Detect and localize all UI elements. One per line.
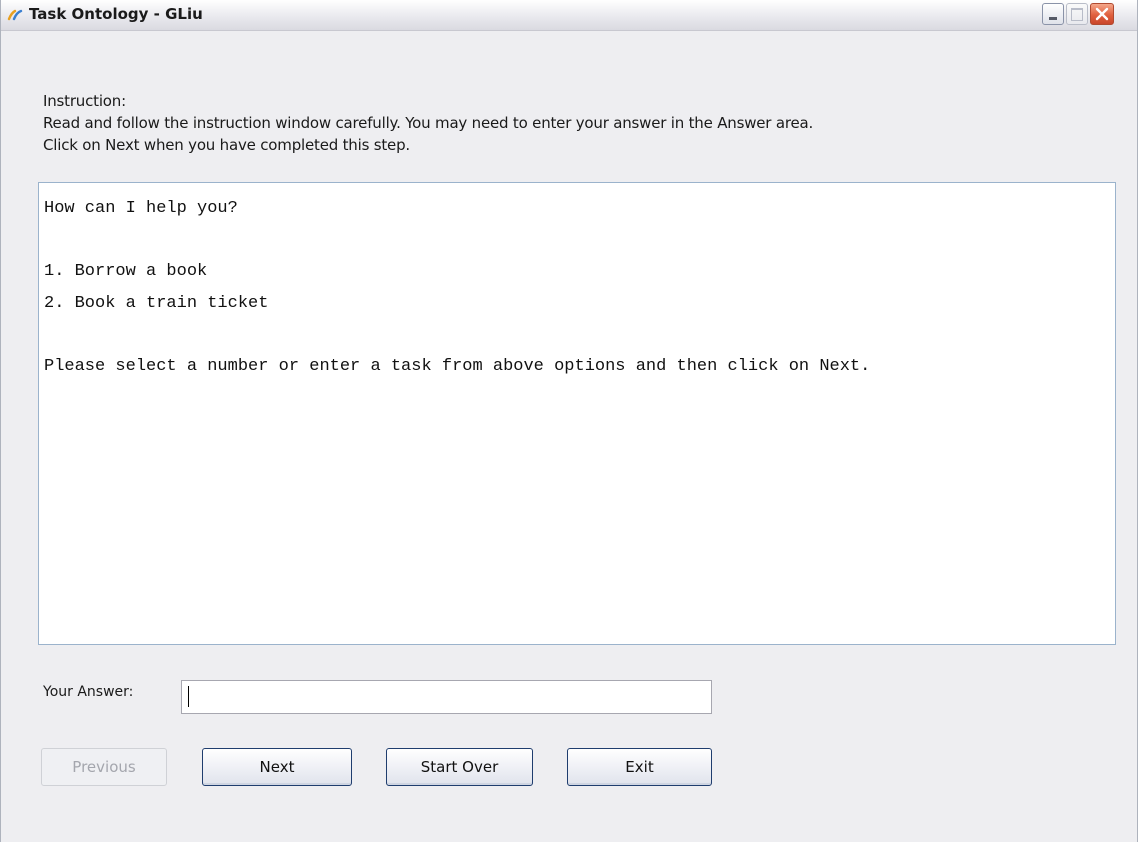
instruction-line: Click on Next when you have completed th… — [43, 136, 410, 154]
instruction-heading: Instruction: — [43, 92, 126, 110]
maximize-icon[interactable] — [1066, 3, 1088, 25]
start-over-button[interactable]: Start Over — [386, 748, 533, 786]
title-bar[interactable]: Task Ontology - GLiu — [1, 0, 1137, 31]
next-button[interactable]: Next — [202, 748, 352, 786]
text-caret — [188, 686, 189, 707]
close-icon[interactable] — [1090, 3, 1114, 25]
app-window: Task Ontology - GLiu Instruction: Read a… — [0, 0, 1138, 842]
previous-button[interactable]: Previous — [41, 748, 167, 786]
answer-label: Your Answer: — [43, 684, 134, 700]
instruction-line: Read and follow the instruction window c… — [43, 114, 814, 132]
window-title: Task Ontology - GLiu — [29, 5, 203, 23]
minimize-icon[interactable] — [1042, 3, 1064, 25]
instruction-block: Instruction: Read and follow the instruc… — [43, 90, 813, 156]
app-logo-icon — [7, 7, 23, 23]
answer-input[interactable] — [181, 680, 712, 714]
exit-button[interactable]: Exit — [567, 748, 712, 786]
instruction-text-area[interactable]: How can I help you? 1. Borrow a book 2. … — [38, 182, 1116, 645]
